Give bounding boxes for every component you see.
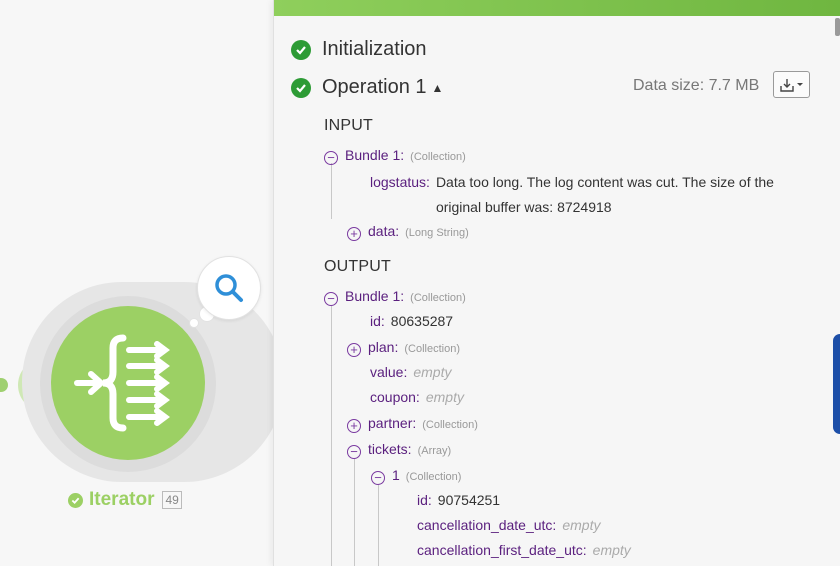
tickets-node[interactable]: − tickets: (Array) — [347, 441, 451, 459]
operation-label: Operation 1 — [322, 76, 427, 98]
collapse-icon[interactable]: − — [324, 291, 338, 306]
cancellation-first-date-node: cancellation_first_date_utc: empty — [417, 542, 631, 558]
partner-node[interactable]: + partner: (Collection) — [347, 415, 478, 433]
magnifier-icon — [215, 274, 243, 302]
module-name[interactable]: Iterator — [89, 489, 154, 511]
edge-blue-shape — [833, 334, 840, 434]
tree-guide-line — [331, 305, 332, 566]
panel-top-bar — [274, 0, 840, 16]
inspect-bubble[interactable] — [197, 256, 261, 320]
expand-icon[interactable]: + — [347, 342, 361, 357]
collapse-icon[interactable]: − — [324, 150, 338, 165]
connector-dot — [0, 378, 8, 392]
expand-icon[interactable]: + — [347, 418, 361, 433]
download-icon — [779, 78, 803, 92]
input-section-title: INPUT — [324, 117, 373, 134]
caret-up-icon[interactable]: ▲ — [432, 81, 444, 95]
operation-row[interactable]: Operation 1 ▲ — [291, 76, 443, 99]
module-label: Iterator 49 — [68, 489, 182, 511]
collapse-icon[interactable]: − — [347, 444, 361, 459]
tree-guide-line — [331, 163, 332, 219]
scrollbar[interactable] — [835, 18, 840, 36]
value-node: value: empty — [370, 364, 452, 380]
expand-icon[interactable]: + — [347, 226, 361, 241]
download-button[interactable] — [773, 71, 810, 98]
success-check-icon — [291, 77, 311, 98]
id-node: id: 80635287 — [370, 313, 454, 329]
input-bundle-node[interactable]: − Bundle 1: (Collection) — [324, 147, 466, 165]
ticket-id-node: id: 90754251 — [417, 492, 501, 508]
logstatus-value: Data too long. The log content was cut. … — [435, 174, 774, 215]
data-size: Data size: 7.7 MB — [633, 77, 760, 94]
module-id-badge: 49 — [162, 491, 182, 509]
logstatus-node: logstatus: Data too long. The log conten… — [370, 170, 808, 220]
iterator-icon — [74, 334, 170, 432]
data-node[interactable]: + data: (Long String) — [347, 223, 469, 241]
cancellation-date-node: cancellation_date_utc: empty — [417, 517, 601, 533]
execution-inspector-panel: Initialization Operation 1 ▲ Data size: … — [273, 0, 840, 566]
plan-node[interactable]: + plan: (Collection) — [347, 339, 460, 357]
tree-guide-line — [354, 458, 355, 566]
tree-guide-line — [378, 484, 379, 566]
output-section-title: OUTPUT — [324, 258, 391, 275]
bubble-tail — [189, 318, 199, 328]
coupon-node: coupon: empty — [370, 389, 464, 405]
output-bundle-node[interactable]: − Bundle 1: (Collection) — [324, 288, 466, 306]
success-check-icon — [291, 39, 311, 60]
collapse-icon[interactable]: − — [371, 470, 385, 485]
ticket-1-node[interactable]: − 1 (Collection) — [371, 467, 461, 485]
initialization-label: Initialization — [322, 38, 427, 60]
initialization-row[interactable]: Initialization — [291, 38, 427, 61]
success-check-icon — [68, 492, 83, 508]
